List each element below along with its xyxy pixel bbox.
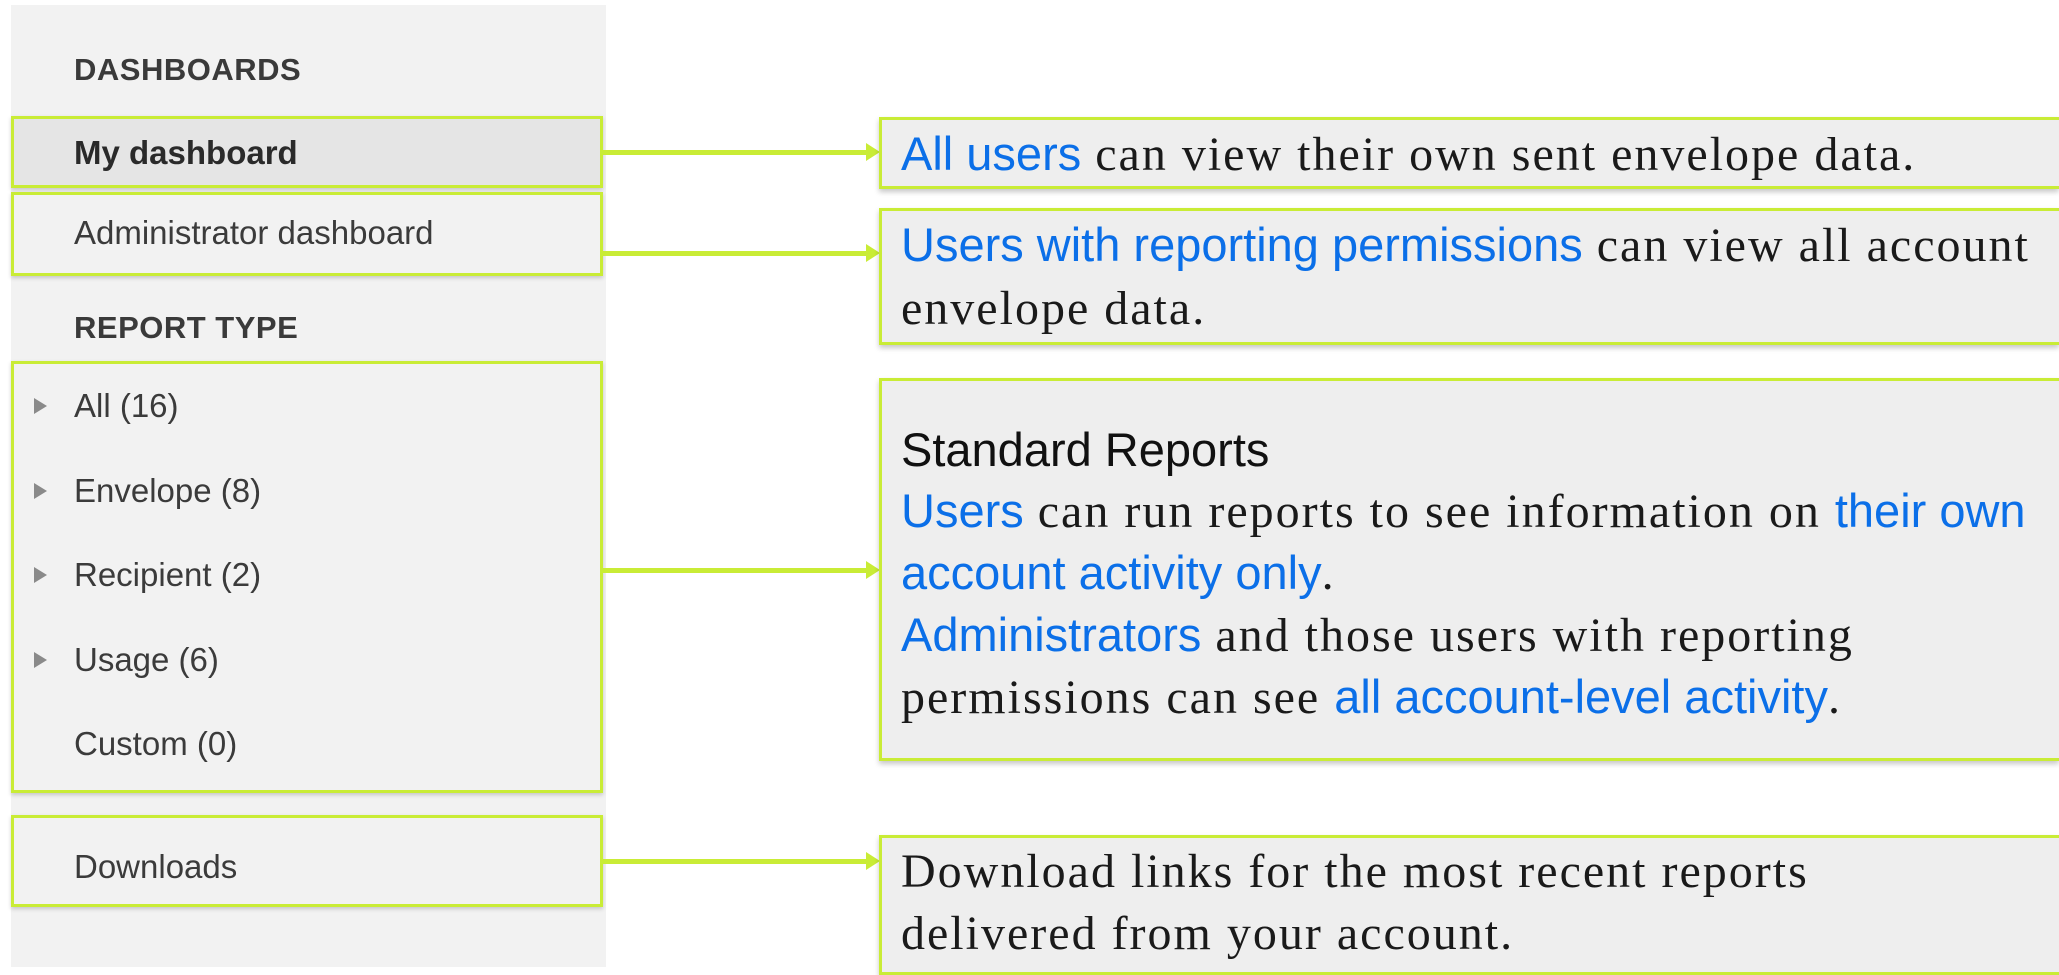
callout-highlight: Administrators <box>901 608 1202 661</box>
arrow-head-icon <box>866 561 880 579</box>
callout-text: can run reports to see information on <box>1023 485 1835 538</box>
expand-triangle-icon[interactable] <box>34 652 47 668</box>
administrator-dashboard-label[interactable]: Administrator dashboard <box>74 213 434 253</box>
connector-line <box>603 859 869 864</box>
report-type-recipient[interactable]: Recipient (2) <box>74 555 261 595</box>
report-type-envelope[interactable]: Envelope (8) <box>74 471 261 511</box>
callout-highlight: Users with reporting permissions <box>901 218 1583 271</box>
arrow-head-icon <box>866 244 880 262</box>
callout-highlight: All users <box>901 127 1082 180</box>
report-type-heading: REPORT TYPE <box>74 310 299 345</box>
report-type-usage[interactable]: Usage (6) <box>74 640 219 680</box>
arrow-head-icon <box>866 143 880 161</box>
connector-line <box>603 251 869 256</box>
expand-triangle-icon[interactable] <box>34 567 47 583</box>
callout-my-dashboard: All users can view their own sent envelo… <box>879 117 2059 189</box>
callout-text: can view their own sent envelope data. <box>1081 128 1917 181</box>
callout-highlight: Users <box>901 484 1024 537</box>
callout-admin-dashboard: Users with reporting permissions can vie… <box>879 208 2059 345</box>
callout-downloads: Download links for the most recent repor… <box>879 835 2059 975</box>
downloads-label[interactable]: Downloads <box>74 847 237 887</box>
expand-triangle-icon[interactable] <box>34 483 47 499</box>
callout-text: Download links for the most recent repor… <box>901 845 1809 960</box>
callout-text: . <box>1827 671 1842 724</box>
connector-line <box>603 568 869 573</box>
callout-highlight: all account-level activity <box>1334 670 1828 723</box>
callout-standard-reports: Standard Reports Users can run reports t… <box>879 378 2059 761</box>
callout-heading: Standard Reports <box>901 423 1270 476</box>
connector-line <box>603 150 869 155</box>
arrow-head-icon <box>866 852 880 870</box>
report-type-all[interactable]: All (16) <box>74 386 179 426</box>
expand-triangle-icon[interactable] <box>34 398 47 414</box>
report-type-custom[interactable]: Custom (0) <box>74 724 237 764</box>
callout-text: . <box>1321 547 1336 600</box>
dashboards-heading: DASHBOARDS <box>74 52 302 87</box>
my-dashboard-label[interactable]: My dashboard <box>74 133 298 173</box>
